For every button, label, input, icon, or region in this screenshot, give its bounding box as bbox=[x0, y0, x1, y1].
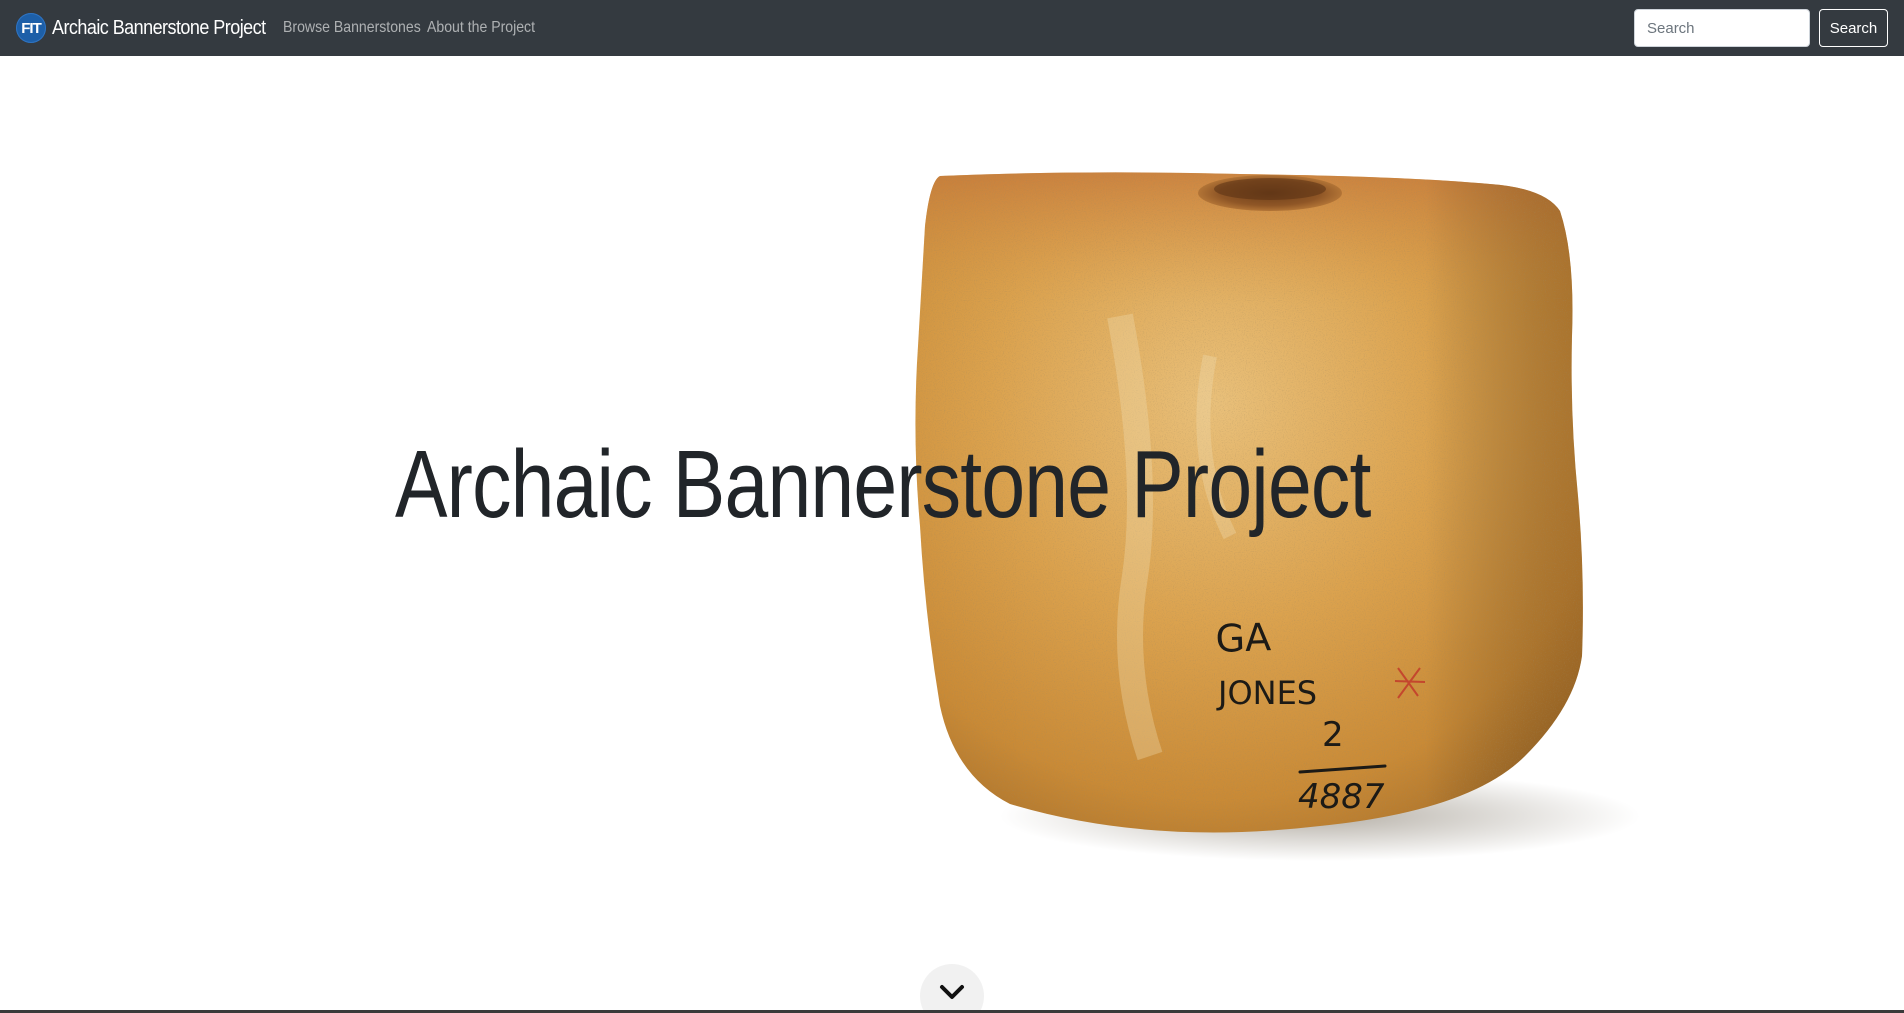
top-navbar: FIT Archaic Bannerstone Project Browse B… bbox=[0, 0, 1904, 56]
svg-text:2: 2 bbox=[1322, 715, 1344, 755]
hero-title: Archaic Bannerstone Project bbox=[395, 431, 1371, 538]
hero-section: GA JONES 2 4887 Archaic Bannerstone Proj… bbox=[0, 56, 1904, 1013]
svg-text:JONES: JONES bbox=[1216, 674, 1317, 712]
nav-about-project[interactable]: About the Project bbox=[427, 19, 535, 37]
search-button[interactable]: Search bbox=[1819, 9, 1888, 47]
brand-title: Archaic Bannerstone Project bbox=[52, 16, 266, 39]
search-input[interactable] bbox=[1634, 9, 1810, 47]
fit-logo-icon: FIT bbox=[16, 13, 46, 43]
nav-browse-bannerstones[interactable]: Browse Bannerstones bbox=[283, 19, 421, 37]
svg-text:4887: 4887 bbox=[1298, 777, 1385, 817]
brand-link[interactable]: FIT Archaic Bannerstone Project bbox=[16, 12, 289, 44]
chevron-down-icon bbox=[940, 985, 964, 999]
svg-text:GA: GA bbox=[1215, 615, 1272, 661]
